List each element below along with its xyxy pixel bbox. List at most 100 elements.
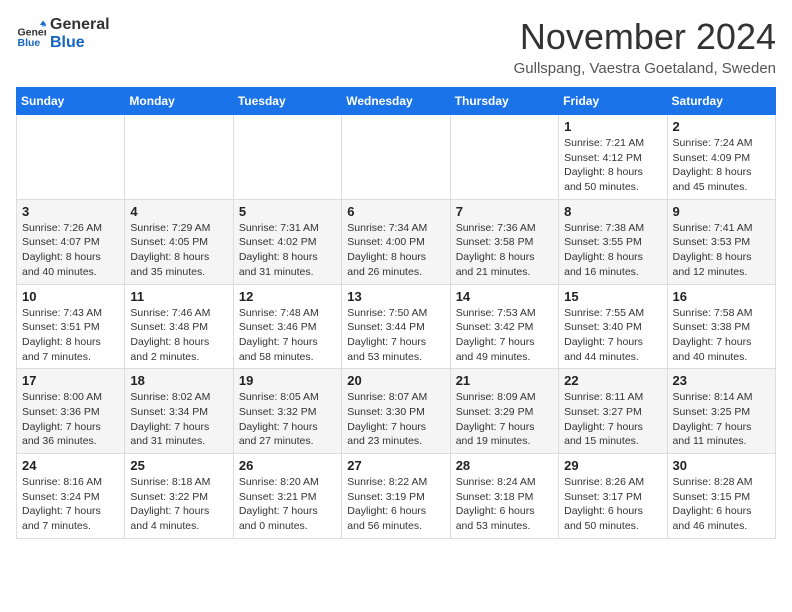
day-info: Sunrise: 8:00 AM Sunset: 3:36 PM Dayligh…: [22, 390, 119, 449]
calendar-cell: 17 Sunrise: 8:00 AM Sunset: 3:36 PM Dayli…: [17, 369, 125, 454]
day-info: Sunrise: 7:31 AM Sunset: 4:02 PM Dayligh…: [239, 221, 336, 280]
title-block: November 2024 Gullspang, Vaestra Goetala…: [514, 16, 776, 77]
day-number: 3: [22, 204, 119, 219]
calendar-cell: 24 Sunrise: 8:16 AM Sunset: 3:24 PM Dayli…: [17, 454, 125, 539]
logo: General Blue General Blue: [16, 16, 110, 51]
calendar-cell: 13Sunrise: 7:50 AM Sunset: 3:44 PM Dayli…: [342, 284, 450, 369]
day-info: Sunrise: 7:24 AM Sunset: 4:09 PM Dayligh…: [673, 136, 770, 195]
calendar-cell: 29Sunrise: 8:26 AM Sunset: 3:17 PM Dayli…: [559, 454, 667, 539]
calendar-cell: 14 Sunrise: 7:53 AM Sunset: 3:42 PM Dayli…: [450, 284, 558, 369]
day-number: 28: [456, 458, 553, 473]
day-number: 7: [456, 204, 553, 219]
svg-text:Blue: Blue: [18, 37, 41, 49]
day-number: 10: [22, 289, 119, 304]
weekday-header: Saturday: [667, 88, 775, 115]
day-info: Sunrise: 7:48 AM Sunset: 3:46 PM Dayligh…: [239, 306, 336, 365]
calendar-cell: 15 Sunrise: 7:55 AM Sunset: 3:40 PM Dayli…: [559, 284, 667, 369]
day-number: 12: [239, 289, 336, 304]
day-info: Sunrise: 8:09 AM Sunset: 3:29 PM Dayligh…: [456, 390, 553, 449]
calendar-week-row: 1 Sunrise: 7:21 AM Sunset: 4:12 PM Daylig…: [17, 115, 776, 200]
day-number: 22: [564, 373, 661, 388]
day-info: Sunrise: 8:18 AM Sunset: 3:22 PM Dayligh…: [130, 475, 227, 534]
day-number: 23: [673, 373, 770, 388]
calendar-cell: 28 Sunrise: 8:24 AM Sunset: 3:18 PM Dayli…: [450, 454, 558, 539]
calendar-cell: [125, 115, 233, 200]
location: Gullspang, Vaestra Goetaland, Sweden: [514, 60, 776, 77]
day-number: 18: [130, 373, 227, 388]
page-header: General Blue General Blue November 2024 …: [16, 16, 776, 77]
day-number: 11: [130, 289, 227, 304]
day-info: Sunrise: 8:11 AM Sunset: 3:27 PM Dayligh…: [564, 390, 661, 449]
calendar-cell: 10 Sunrise: 7:43 AM Sunset: 3:51 PM Dayli…: [17, 284, 125, 369]
day-info: Sunrise: 8:24 AM Sunset: 3:18 PM Dayligh…: [456, 475, 553, 534]
calendar-cell: 1 Sunrise: 7:21 AM Sunset: 4:12 PM Daylig…: [559, 115, 667, 200]
day-number: 21: [456, 373, 553, 388]
day-number: 5: [239, 204, 336, 219]
calendar-cell: [342, 115, 450, 200]
calendar-cell: 6 Sunrise: 7:34 AM Sunset: 4:00 PM Daylig…: [342, 199, 450, 284]
day-info: Sunrise: 7:58 AM Sunset: 3:38 PM Dayligh…: [673, 306, 770, 365]
day-info: Sunrise: 8:05 AM Sunset: 3:32 PM Dayligh…: [239, 390, 336, 449]
day-info: Sunrise: 7:38 AM Sunset: 3:55 PM Dayligh…: [564, 221, 661, 280]
day-number: 14: [456, 289, 553, 304]
calendar-cell: 23Sunrise: 8:14 AM Sunset: 3:25 PM Dayli…: [667, 369, 775, 454]
day-number: 13: [347, 289, 444, 304]
day-number: 9: [673, 204, 770, 219]
calendar-week-row: 10 Sunrise: 7:43 AM Sunset: 3:51 PM Dayli…: [17, 284, 776, 369]
day-info: Sunrise: 8:22 AM Sunset: 3:19 PM Dayligh…: [347, 475, 444, 534]
day-number: 26: [239, 458, 336, 473]
month-title: November 2024: [514, 16, 776, 58]
logo-general: General: [50, 16, 110, 34]
day-info: Sunrise: 7:53 AM Sunset: 3:42 PM Dayligh…: [456, 306, 553, 365]
day-info: Sunrise: 8:28 AM Sunset: 3:15 PM Dayligh…: [673, 475, 770, 534]
day-number: 29: [564, 458, 661, 473]
day-number: 30: [673, 458, 770, 473]
day-number: 19: [239, 373, 336, 388]
day-number: 4: [130, 204, 227, 219]
calendar-cell: 12 Sunrise: 7:48 AM Sunset: 3:46 PM Dayli…: [233, 284, 341, 369]
day-number: 1: [564, 119, 661, 134]
day-info: Sunrise: 7:43 AM Sunset: 3:51 PM Dayligh…: [22, 306, 119, 365]
day-info: Sunrise: 7:36 AM Sunset: 3:58 PM Dayligh…: [456, 221, 553, 280]
calendar-cell: 2Sunrise: 7:24 AM Sunset: 4:09 PM Daylig…: [667, 115, 775, 200]
day-number: 6: [347, 204, 444, 219]
weekday-header: Friday: [559, 88, 667, 115]
calendar-cell: [233, 115, 341, 200]
weekday-header: Monday: [125, 88, 233, 115]
weekday-header: Wednesday: [342, 88, 450, 115]
day-info: Sunrise: 7:55 AM Sunset: 3:40 PM Dayligh…: [564, 306, 661, 365]
calendar-cell: 8 Sunrise: 7:38 AM Sunset: 3:55 PM Daylig…: [559, 199, 667, 284]
calendar-cell: 7 Sunrise: 7:36 AM Sunset: 3:58 PM Daylig…: [450, 199, 558, 284]
calendar-cell: 3 Sunrise: 7:26 AM Sunset: 4:07 PM Daylig…: [17, 199, 125, 284]
day-info: Sunrise: 7:29 AM Sunset: 4:05 PM Dayligh…: [130, 221, 227, 280]
day-number: 8: [564, 204, 661, 219]
day-info: Sunrise: 7:46 AM Sunset: 3:48 PM Dayligh…: [130, 306, 227, 365]
day-info: Sunrise: 7:21 AM Sunset: 4:12 PM Dayligh…: [564, 136, 661, 195]
day-info: Sunrise: 8:07 AM Sunset: 3:30 PM Dayligh…: [347, 390, 444, 449]
day-number: 27: [347, 458, 444, 473]
calendar-cell: 5 Sunrise: 7:31 AM Sunset: 4:02 PM Daylig…: [233, 199, 341, 284]
calendar-cell: 27 Sunrise: 8:22 AM Sunset: 3:19 PM Dayli…: [342, 454, 450, 539]
logo-blue: Blue: [50, 34, 110, 52]
day-info: Sunrise: 7:26 AM Sunset: 4:07 PM Dayligh…: [22, 221, 119, 280]
calendar-cell: 30 Sunrise: 8:28 AM Sunset: 3:15 PM Dayli…: [667, 454, 775, 539]
calendar: SundayMondayTuesdayWednesdayThursdayFrid…: [16, 87, 776, 539]
day-number: 25: [130, 458, 227, 473]
calendar-cell: 16Sunrise: 7:58 AM Sunset: 3:38 PM Dayli…: [667, 284, 775, 369]
calendar-cell: 19 Sunrise: 8:05 AM Sunset: 3:32 PM Dayli…: [233, 369, 341, 454]
calendar-cell: [17, 115, 125, 200]
logo-text: General Blue: [50, 16, 110, 51]
calendar-cell: [450, 115, 558, 200]
day-number: 15: [564, 289, 661, 304]
calendar-cell: 18 Sunrise: 8:02 AM Sunset: 3:34 PM Dayli…: [125, 369, 233, 454]
day-info: Sunrise: 8:02 AM Sunset: 3:34 PM Dayligh…: [130, 390, 227, 449]
day-info: Sunrise: 8:20 AM Sunset: 3:21 PM Dayligh…: [239, 475, 336, 534]
day-info: Sunrise: 7:34 AM Sunset: 4:00 PM Dayligh…: [347, 221, 444, 280]
day-number: 17: [22, 373, 119, 388]
calendar-cell: 11 Sunrise: 7:46 AM Sunset: 3:48 PM Dayli…: [125, 284, 233, 369]
weekday-header: Tuesday: [233, 88, 341, 115]
calendar-cell: 26 Sunrise: 8:20 AM Sunset: 3:21 PM Dayli…: [233, 454, 341, 539]
day-info: Sunrise: 8:16 AM Sunset: 3:24 PM Dayligh…: [22, 475, 119, 534]
day-number: 24: [22, 458, 119, 473]
logo-icon: General Blue: [16, 19, 46, 49]
